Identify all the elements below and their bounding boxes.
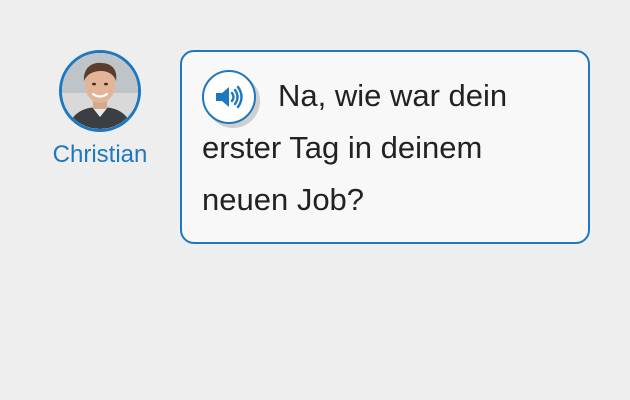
avatar bbox=[59, 50, 141, 132]
speaker-volume-icon bbox=[216, 85, 243, 109]
audio-button-face[interactable] bbox=[202, 70, 256, 124]
speaker-card: Christian bbox=[40, 50, 160, 168]
speech-bubble: Na, wie war dein erster Tag in deinem ne… bbox=[180, 50, 590, 244]
avatar-portrait-icon bbox=[62, 53, 138, 129]
play-audio-button[interactable] bbox=[202, 70, 260, 128]
speaker-name: Christian bbox=[52, 141, 148, 168]
dialogue-stage: Christian Na, wie war dein erster Tag in… bbox=[0, 0, 630, 400]
